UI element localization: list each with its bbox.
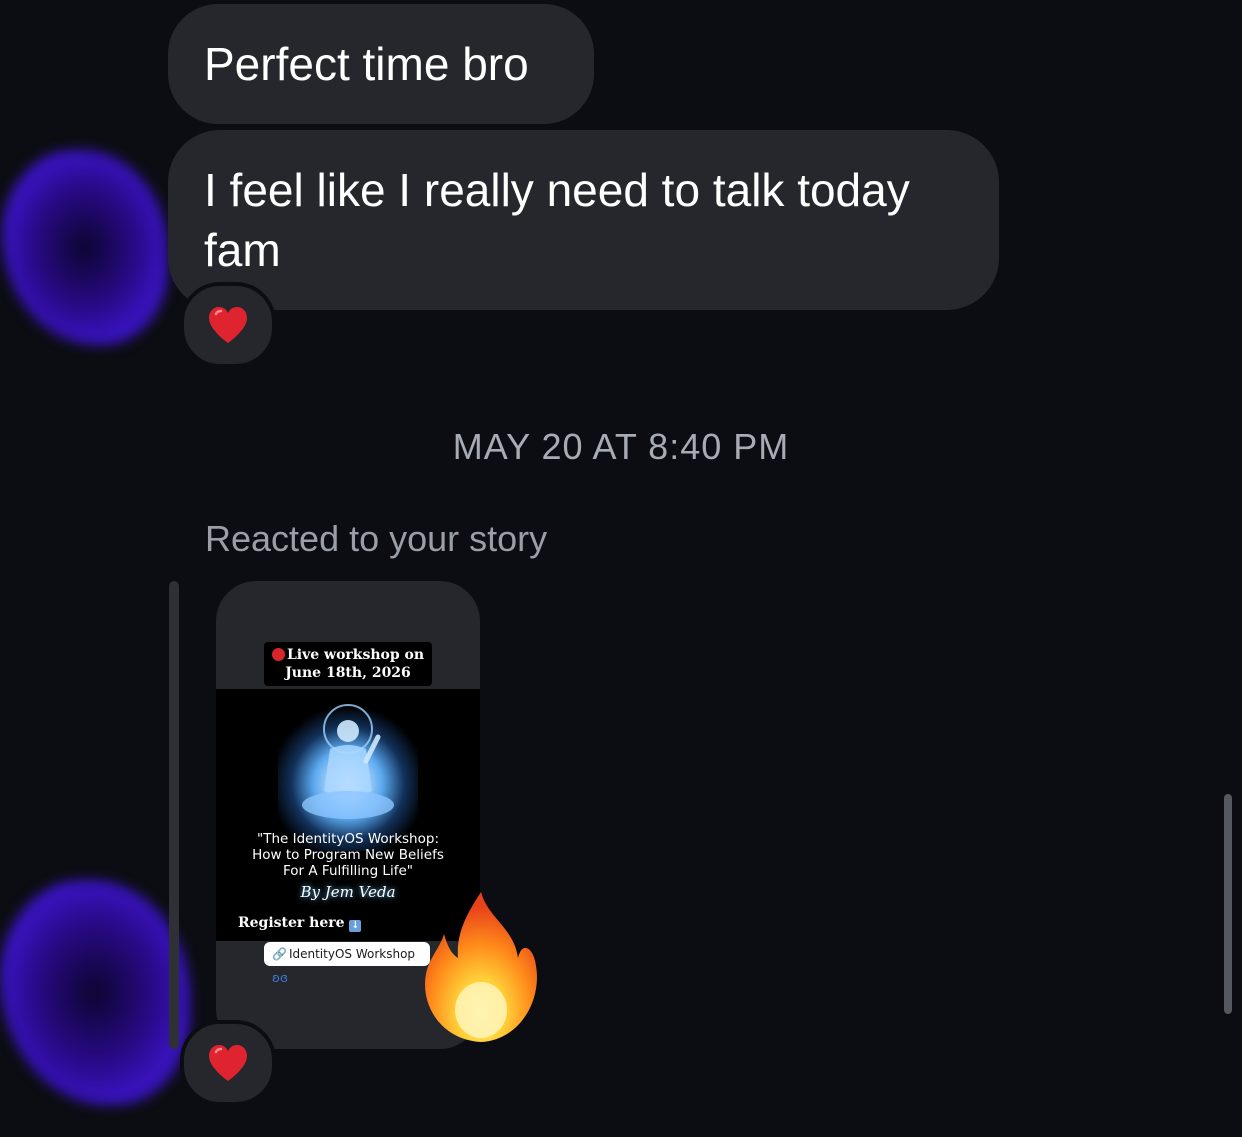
link-icon: 🔗	[272, 947, 287, 961]
story-reaction-label: Reacted to your story	[205, 518, 548, 559]
story-live-line-2: June 18th, 2026	[285, 665, 411, 681]
story-register-text: Register here ↓	[238, 915, 362, 932]
meditating-figure-icon	[278, 701, 418, 851]
message-text: Perfect time bro	[204, 38, 529, 90]
story-register-label: Register here	[238, 915, 345, 931]
butterfly-icon: ʚɞ	[272, 971, 288, 985]
message-reaction[interactable]	[180, 282, 276, 368]
message-text: I feel like I really need to talk today …	[204, 164, 910, 276]
heart-icon	[207, 305, 249, 345]
message-bubble[interactable]: Perfect time bro	[168, 4, 594, 124]
timestamp: MAY 20 AT 8:40 PM	[452, 426, 790, 467]
story-link-sticker[interactable]: 🔗 IdentityOS Workshop ʚɞ	[264, 942, 430, 985]
heart-icon	[207, 1043, 249, 1083]
story-link-label: IdentityOS Workshop	[288, 947, 416, 961]
story-reply-reaction[interactable]	[180, 1020, 276, 1106]
story-title: "The IdentityOS Workshop: How to Program…	[216, 831, 480, 879]
story-quote-line-3: For A Fulfilling Life"	[283, 863, 413, 879]
message-bubble[interactable]: I feel like I really need to talk today …	[168, 130, 999, 310]
fire-icon	[418, 888, 544, 1048]
story-live-line-1: Live workshop on	[286, 647, 425, 663]
avatar[interactable]	[0, 880, 190, 1105]
down-arrow-icon: ↓	[349, 920, 362, 932]
story-quote-line-2: How to Program New Beliefs	[252, 847, 444, 863]
reply-indicator	[169, 581, 179, 1049]
story-quote-line-1: "The IdentityOS Workshop:	[257, 831, 439, 847]
red-dot-icon	[271, 648, 285, 661]
scrollbar[interactable]	[1224, 794, 1232, 1014]
story-live-banner: Live workshop on June 18th, 2026	[264, 642, 432, 686]
avatar[interactable]	[2, 150, 168, 345]
